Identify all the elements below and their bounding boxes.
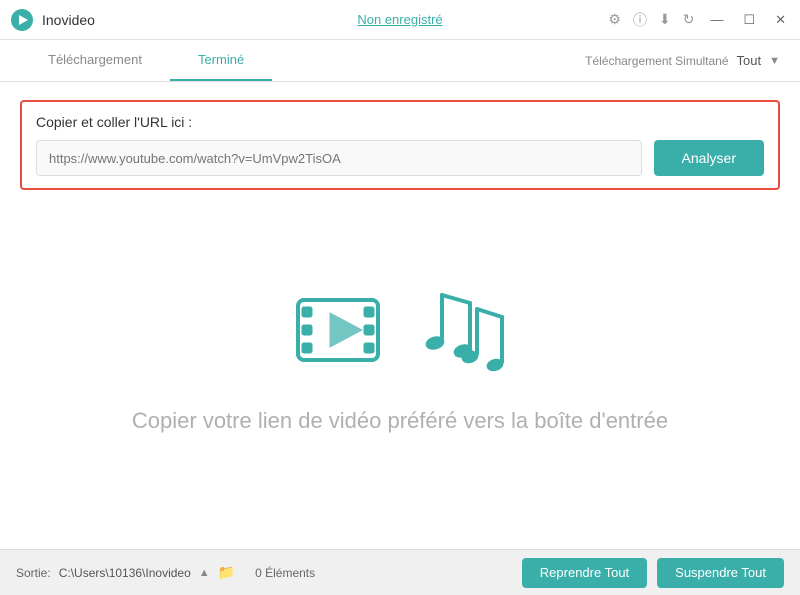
illustration-icons (288, 285, 512, 380)
info-icon[interactable]: ⓘ (633, 10, 647, 30)
close-button[interactable]: ✕ (771, 12, 790, 28)
settings-icon[interactable]: ⚙ (608, 11, 621, 28)
analyze-button[interactable]: Analyser (654, 140, 764, 176)
music-icon (422, 285, 512, 380)
suspend-all-button[interactable]: Suspendre Tout (657, 558, 784, 588)
url-input[interactable] (36, 140, 642, 176)
titlebar-left: Inovideo (10, 8, 95, 32)
tab-download[interactable]: Téléchargement (20, 40, 170, 81)
tabbar: Téléchargement Terminé Téléchargement Si… (0, 40, 800, 82)
resume-all-button[interactable]: Reprendre Tout (522, 558, 647, 588)
url-input-row: Analyser (36, 140, 764, 176)
main-content: Copier et coller l'URL ici : Analyser (0, 82, 800, 549)
footer-buttons: Reprendre Tout Suspendre Tout (522, 558, 784, 588)
illustration-area: Copier votre lien de vidéo préféré vers … (20, 190, 780, 549)
not-registered-link[interactable]: Non enregistré (357, 12, 442, 27)
footer-path: C:\Users\10136\Inovideo (59, 566, 191, 580)
titlebar-right: ⚙ ⓘ ⬇ ↻ — ☐ ✕ (608, 10, 790, 30)
footer-sortie-label: Sortie: (16, 566, 51, 580)
simultaneous-label: Téléchargement Simultané (585, 54, 728, 68)
illustration-text: Copier votre lien de vidéo préféré vers … (132, 408, 668, 434)
elements-count: 0 Éléments (255, 566, 315, 580)
tab-finished[interactable]: Terminé (170, 40, 272, 81)
film-icon (288, 285, 398, 380)
titlebar-center: Non enregistré (357, 11, 442, 29)
url-input-box: Copier et coller l'URL ici : Analyser (20, 100, 780, 190)
download-icon[interactable]: ⬇ (659, 11, 671, 28)
url-label: Copier et coller l'URL ici : (36, 114, 764, 130)
refresh-icon[interactable]: ↻ (683, 11, 695, 28)
tout-label[interactable]: Tout (737, 53, 762, 68)
footer: Sortie: C:\Users\10136\Inovideo ▲ 📁 0 Él… (0, 549, 800, 595)
app-title: Inovideo (42, 12, 95, 28)
tout-dropdown-icon[interactable]: ▼ (769, 55, 780, 67)
titlebar: Inovideo Non enregistré ⚙ ⓘ ⬇ ↻ — ☐ ✕ (0, 0, 800, 40)
folder-icon[interactable]: 📁 (218, 564, 235, 581)
minimize-button[interactable]: — (706, 12, 727, 27)
footer-path-dropdown-icon[interactable]: ▲ (199, 567, 210, 579)
tabbar-right: Téléchargement Simultané Tout ▼ (585, 53, 780, 68)
app-logo-icon (10, 8, 34, 32)
maximize-button[interactable]: ☐ (739, 12, 759, 28)
